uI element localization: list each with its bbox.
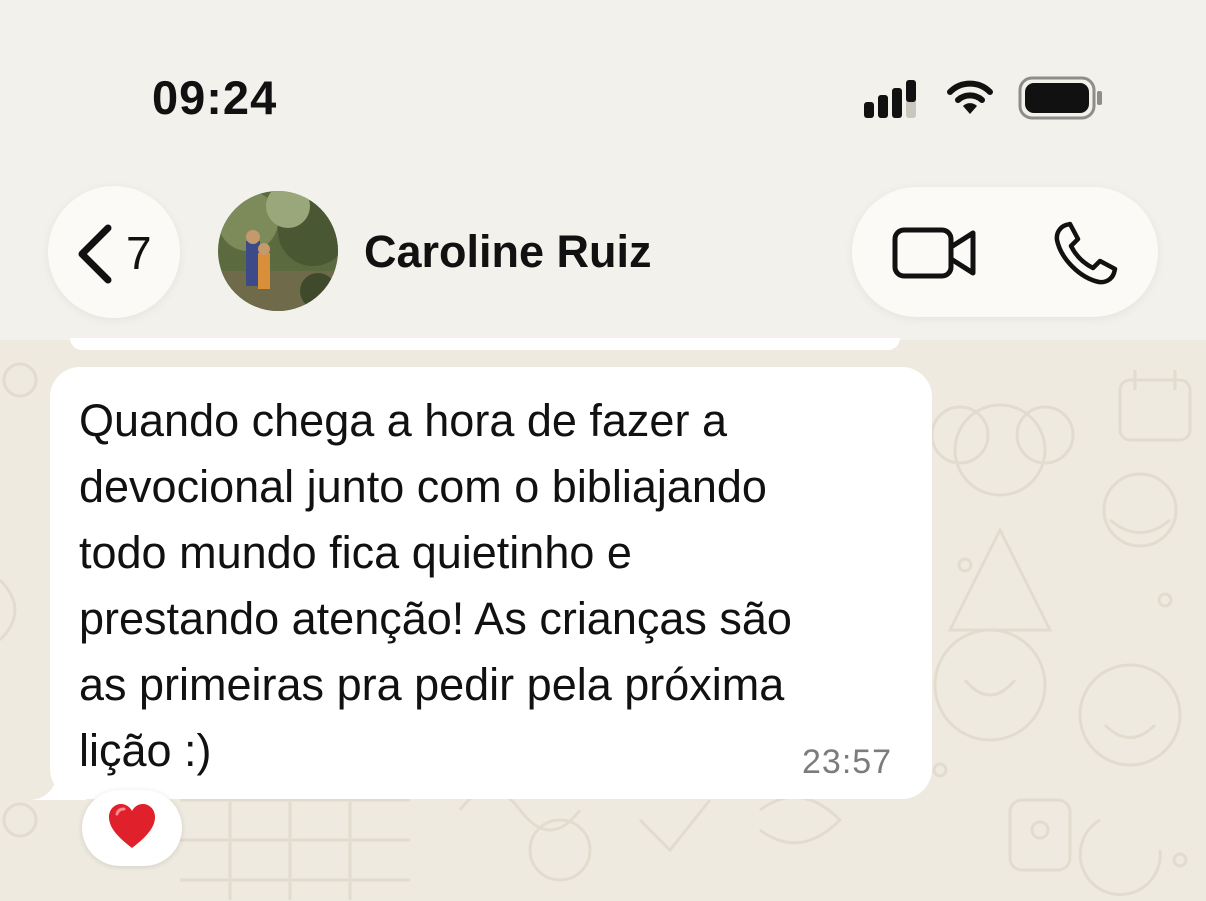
back-button[interactable]: 7 xyxy=(48,186,180,318)
status-icons xyxy=(860,74,1110,122)
message-text: Quando chega a hora de fazer a devociona… xyxy=(79,395,792,776)
previous-message-edge xyxy=(70,338,900,350)
battery-icon xyxy=(1018,76,1102,120)
phone-call-icon[interactable] xyxy=(1052,221,1120,287)
call-actions xyxy=(852,187,1158,317)
signal-icon xyxy=(864,80,916,118)
message-timestamp: 23:57 xyxy=(802,743,893,781)
avatar[interactable] xyxy=(218,191,338,311)
heart-emoji-icon xyxy=(109,804,155,848)
video-call-icon[interactable] xyxy=(892,223,978,283)
unread-count: 7 xyxy=(126,227,152,279)
contact-name[interactable]: Caroline Ruiz xyxy=(364,226,652,278)
status-time: 09:24 xyxy=(152,71,278,124)
reaction-badge[interactable] xyxy=(82,790,182,866)
chevron-left-icon xyxy=(78,224,112,284)
wifi-icon xyxy=(947,80,993,114)
